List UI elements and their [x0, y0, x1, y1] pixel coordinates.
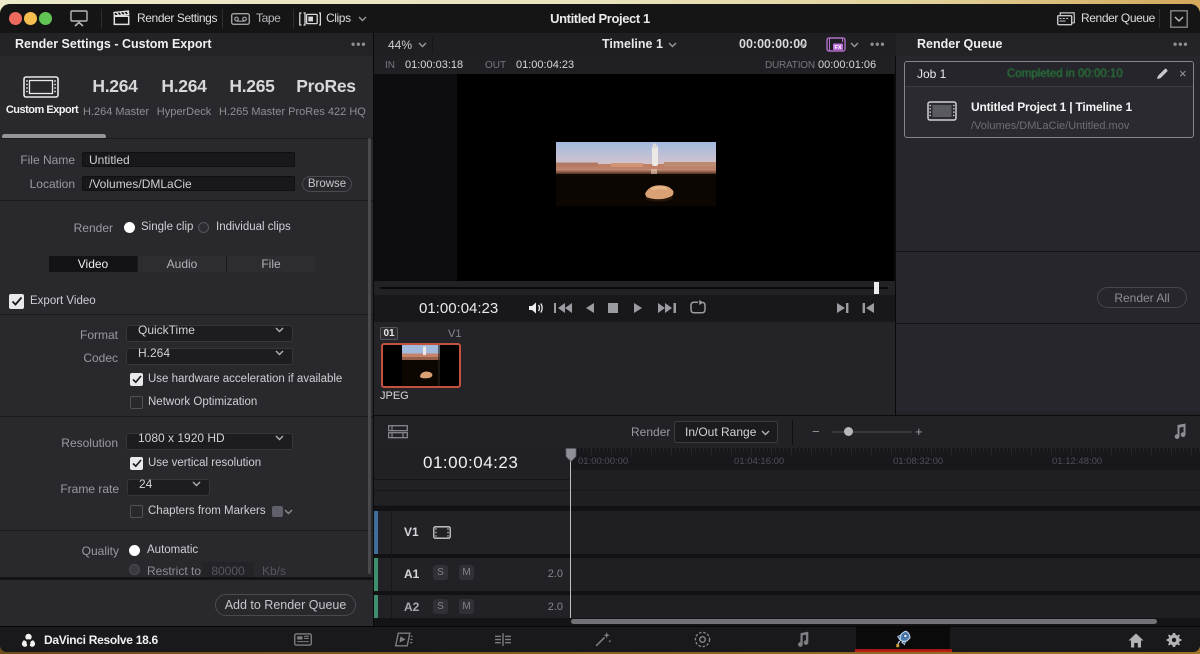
svg-text:FX: FX: [834, 45, 841, 51]
